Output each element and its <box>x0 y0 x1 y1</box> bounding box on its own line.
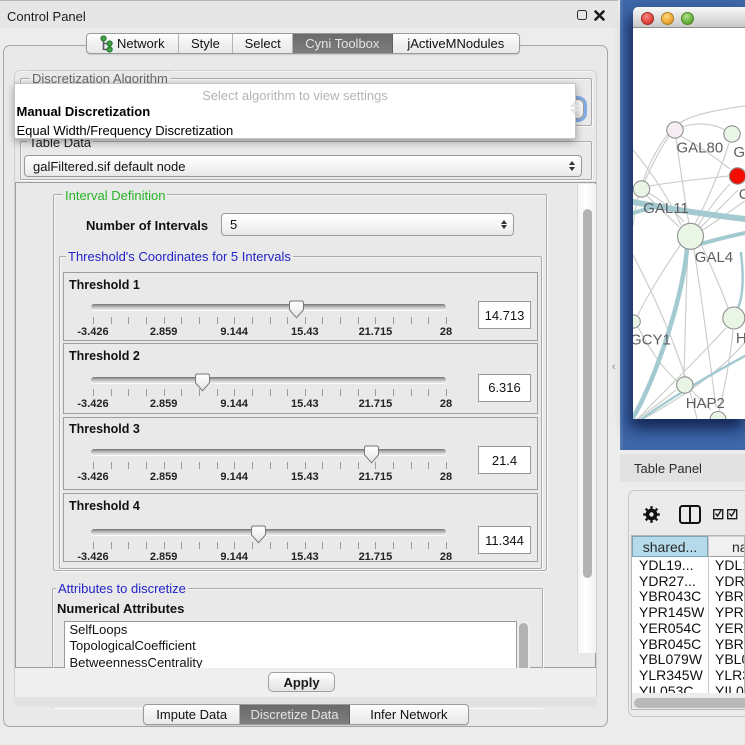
svg-text:GAL4: GAL4 <box>695 249 733 266</box>
svg-text:C: C <box>739 186 745 203</box>
svg-text:H: H <box>736 330 745 347</box>
svg-text:GA: GA <box>733 144 745 161</box>
svg-text:GAL11: GAL11 <box>643 200 689 217</box>
svg-text:HAP2: HAP2 <box>686 395 725 412</box>
svg-text:GCY1: GCY1 <box>633 332 671 349</box>
svg-text:GAL80: GAL80 <box>677 140 724 157</box>
